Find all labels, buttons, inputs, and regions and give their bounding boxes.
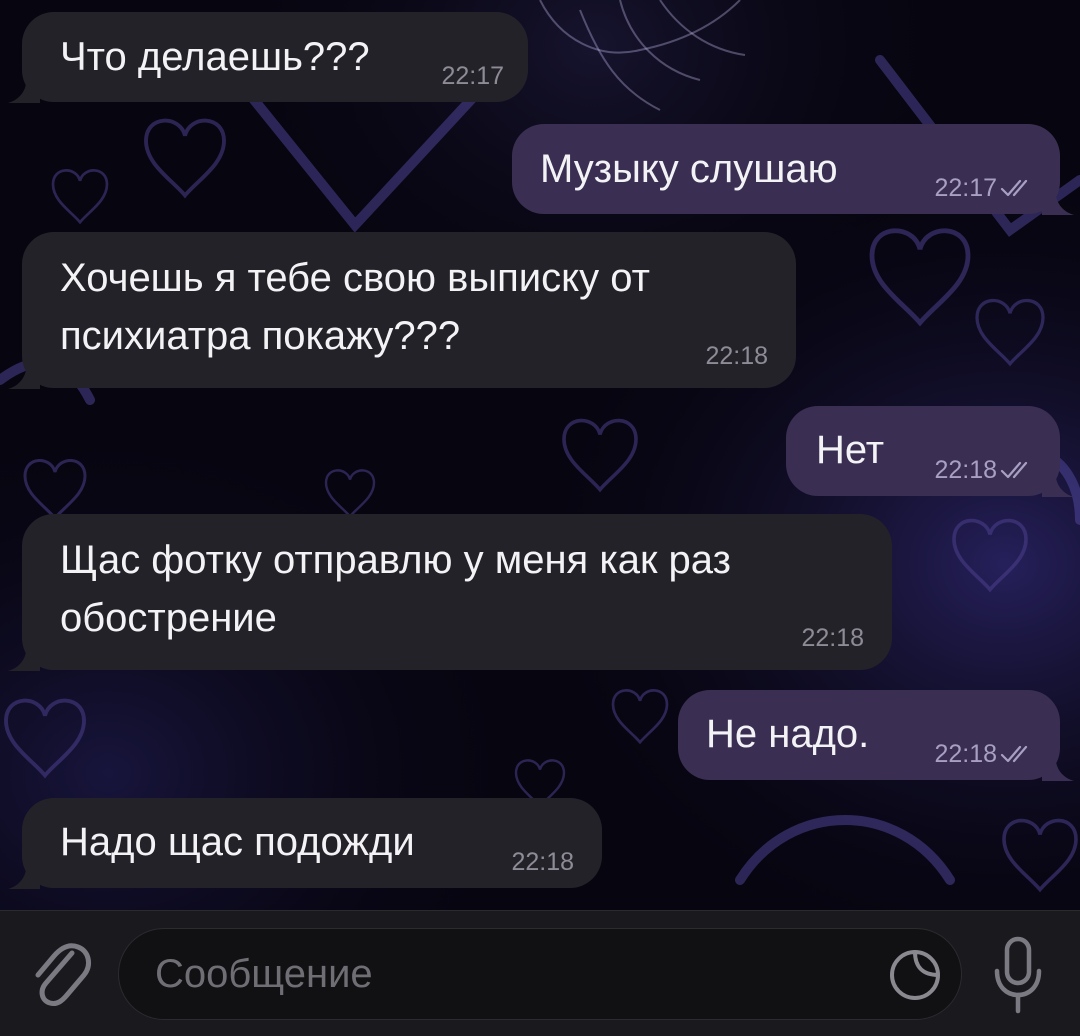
message-composer bbox=[0, 910, 1080, 1036]
message-meta: 22:18 bbox=[934, 456, 1034, 484]
double-check-icon bbox=[1000, 745, 1028, 763]
message-input-field[interactable] bbox=[118, 928, 962, 1020]
message-input[interactable] bbox=[155, 941, 855, 1007]
message-text: Нет bbox=[816, 428, 885, 472]
double-check-icon bbox=[1000, 179, 1028, 197]
message-bubble-outgoing[interactable]: Музыку слушаю 22:17 bbox=[512, 124, 1074, 215]
bubble-tail bbox=[8, 643, 40, 671]
message-time: 22:17 bbox=[441, 62, 504, 90]
message-time: 22:18 bbox=[801, 624, 864, 652]
message-text-line: Щас фотку отправлю у меня как раз bbox=[60, 538, 731, 582]
message-text: Надо щас подожди bbox=[60, 820, 415, 864]
message-bubble-incoming[interactable]: Хочешь я тебе свою выписку от психиатра … bbox=[8, 232, 796, 389]
message-time: 22:18 bbox=[934, 456, 997, 484]
message-list[interactable]: Что делаешь??? 22:17 Музыку слушаю 22:17… bbox=[0, 0, 1080, 910]
message-bubble-incoming[interactable]: Надо щас подожди 22:18 bbox=[8, 798, 602, 889]
message-text-line: обострение bbox=[60, 596, 277, 640]
message-time: 22:17 bbox=[934, 174, 997, 202]
microphone-icon[interactable] bbox=[992, 933, 1044, 1019]
bubble-tail bbox=[1042, 753, 1074, 781]
message-meta: 22:17 bbox=[934, 174, 1034, 202]
message-text-line: психиатра покажу??? bbox=[60, 314, 461, 358]
message-time: 22:18 bbox=[934, 740, 997, 768]
message-bubble-outgoing[interactable]: Нет 22:18 bbox=[786, 406, 1074, 497]
message-text: Не надо. bbox=[706, 712, 870, 756]
message-text: Музыку слушаю bbox=[540, 147, 838, 191]
paperclip-icon[interactable] bbox=[26, 931, 94, 1015]
message-time: 22:18 bbox=[705, 342, 768, 370]
chat-screen: Что делаешь??? 22:17 Музыку слушаю 22:17… bbox=[0, 0, 1080, 1036]
message-meta: 22:18 bbox=[934, 740, 1034, 768]
bubble-tail bbox=[1042, 469, 1074, 497]
bubble-tail bbox=[1042, 187, 1074, 215]
bubble-tail bbox=[8, 361, 40, 389]
sticker-icon[interactable] bbox=[885, 945, 945, 1005]
bubble-tail bbox=[8, 861, 40, 889]
message-text: Что делаешь??? bbox=[60, 35, 370, 79]
double-check-icon bbox=[1000, 461, 1028, 479]
message-time: 22:18 bbox=[511, 848, 574, 876]
bubble-tail bbox=[8, 75, 40, 103]
message-text-line: Хочешь я тебе свою выписку от bbox=[60, 256, 650, 300]
message-bubble-outgoing[interactable]: Не надо. 22:18 bbox=[678, 690, 1074, 781]
message-bubble-incoming[interactable]: Щас фотку отправлю у меня как раз обостр… bbox=[8, 514, 892, 671]
message-bubble-incoming[interactable]: Что делаешь??? 22:17 bbox=[8, 12, 528, 103]
